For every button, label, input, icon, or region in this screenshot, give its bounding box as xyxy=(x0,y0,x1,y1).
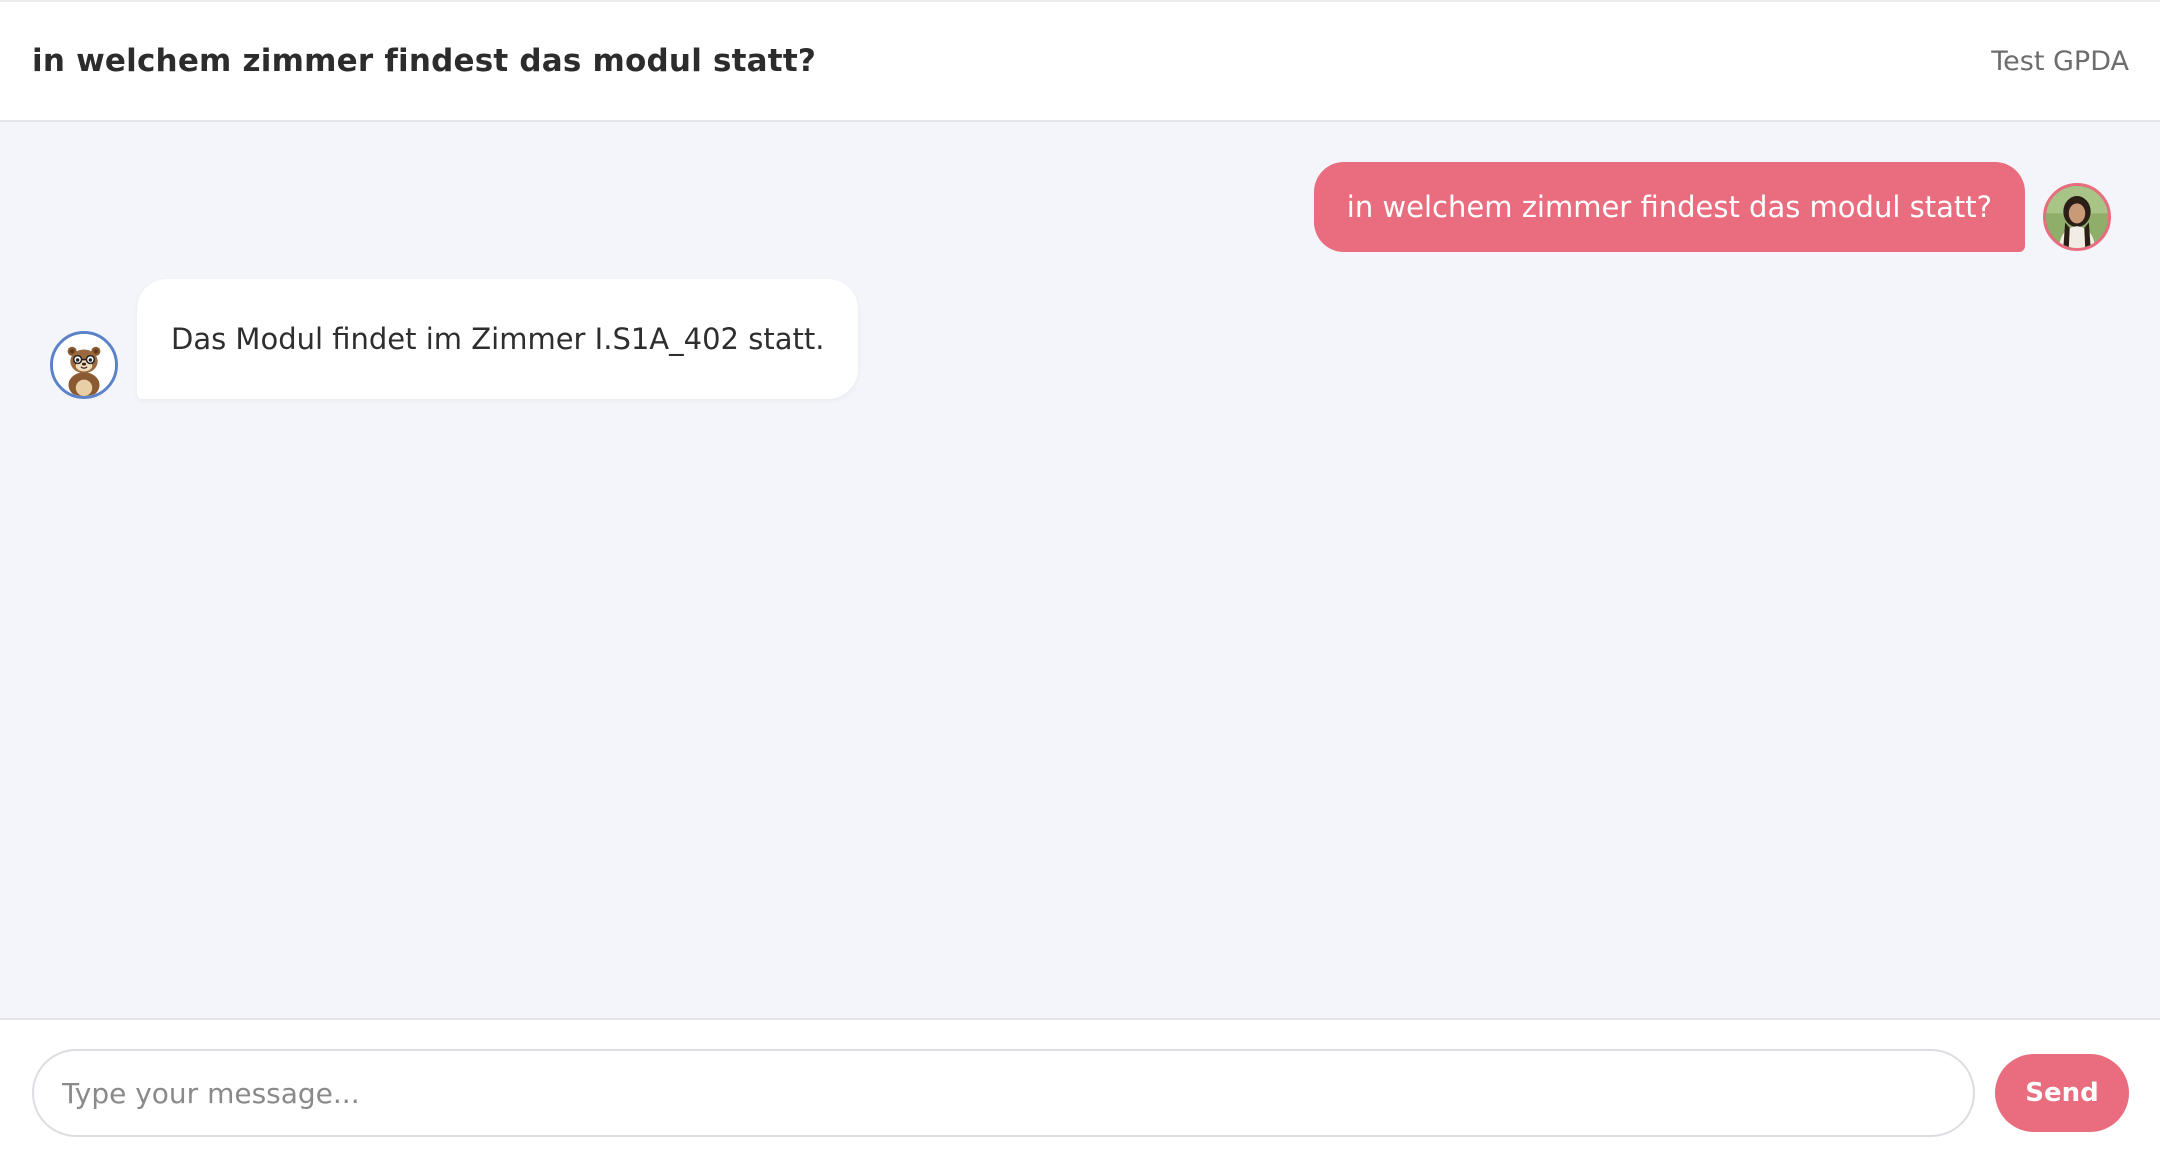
chat-title: in welchem zimmer findest das modul stat… xyxy=(32,43,817,79)
chat-app: in welchem zimmer findest das modul stat… xyxy=(0,0,2160,1159)
chat-header: in welchem zimmer findest das modul stat… xyxy=(0,0,2160,122)
message-input[interactable] xyxy=(32,1049,1975,1137)
user-avatar-photo xyxy=(2046,186,2108,248)
user-name-label[interactable]: Test GPDA xyxy=(1991,46,2129,77)
assistant-message-bubble: Das Modul findet im Zimmer I.S1A_402 sta… xyxy=(137,279,859,399)
user-avatar xyxy=(2043,183,2111,251)
assistant-avatar xyxy=(50,331,118,399)
otter-avatar-icon xyxy=(53,334,115,396)
user-message-bubble: in welchem zimmer findest das modul stat… xyxy=(1313,162,2025,252)
send-button[interactable]: Send xyxy=(1995,1054,2129,1132)
message-composer: Send xyxy=(0,1020,2160,1159)
message-list[interactable]: in welchem zimmer findest das modul stat… xyxy=(0,122,2160,1020)
